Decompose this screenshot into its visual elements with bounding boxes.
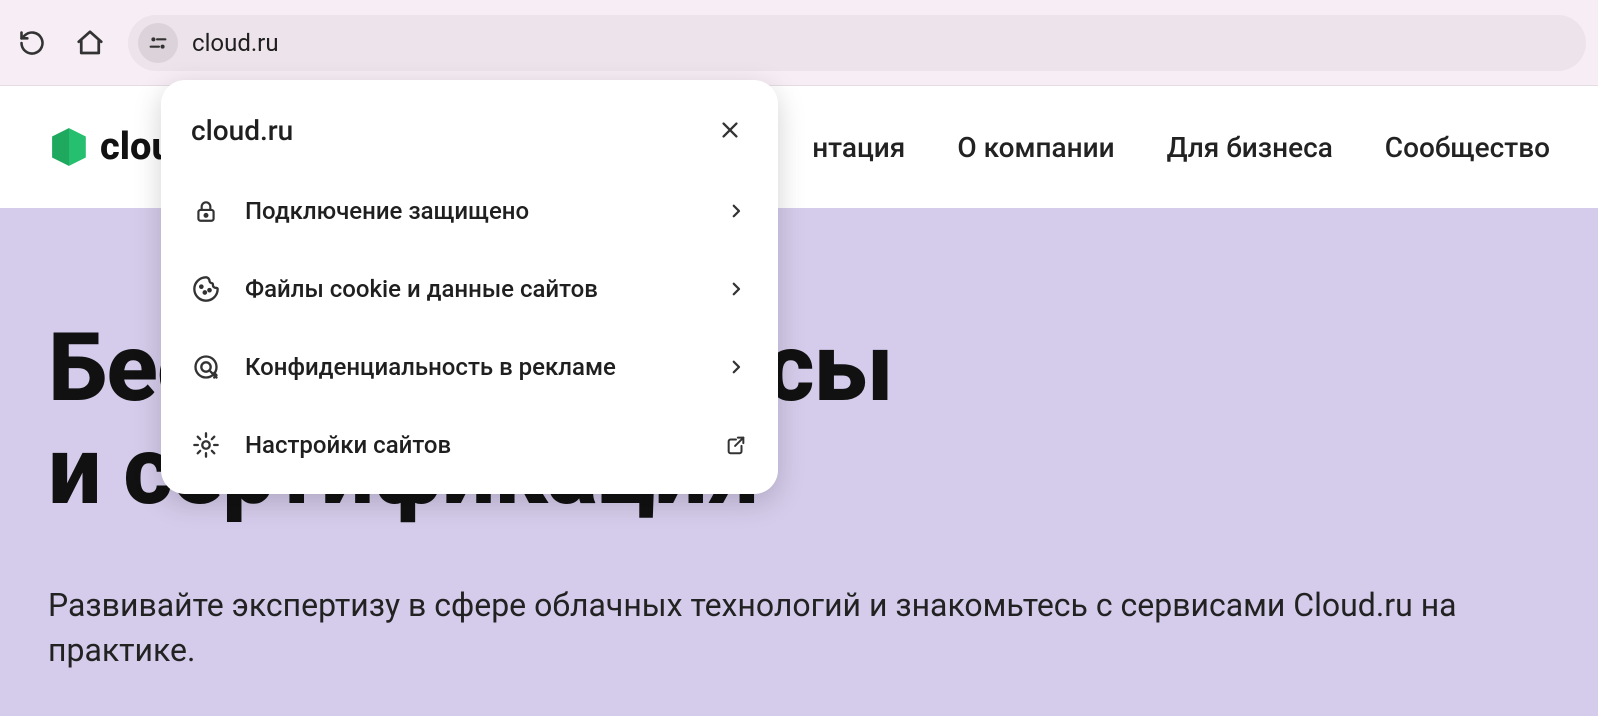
popup-item-connection[interactable]: Подключение защищено [161,172,778,250]
popup-item-label: Файлы cookie и данные сайтов [245,275,700,303]
close-icon [719,119,741,141]
nav-business[interactable]: Для бизнеса [1167,131,1333,164]
tune-icon [147,32,169,54]
site-info-button[interactable] [138,23,178,63]
popup-item-ad-privacy[interactable]: Конфиденциальность в рекламе [161,328,778,406]
popup-close-button[interactable] [712,112,748,148]
nav-community[interactable]: Сообщество [1385,131,1550,164]
popup-item-cookies[interactable]: Файлы cookie и данные сайтов [161,250,778,328]
external-link-icon [724,433,748,457]
popup-header: cloud.ru [161,98,778,172]
nav-docs[interactable]: нтация [812,131,905,164]
chevron-right-icon [724,355,748,379]
url-text: cloud.ru [192,29,279,57]
address-bar[interactable]: cloud.ru [128,15,1586,71]
reload-button[interactable] [12,23,52,63]
home-icon [75,28,105,58]
chevron-right-icon [724,277,748,301]
popup-item-label: Настройки сайтов [245,431,700,459]
home-button[interactable] [70,23,110,63]
site-info-popup: cloud.ru Подключение защищено [161,80,778,494]
nav-links: нтация О компании Для бизнеса Сообщество [812,131,1550,164]
popup-item-label: Подключение защищено [245,197,700,225]
hero-subtitle: Развивайте экспертизу в сфере облачных т… [48,583,1528,673]
chevron-right-icon [724,199,748,223]
popup-item-site-settings[interactable]: Настройки сайтов [161,406,778,484]
popup-title: cloud.ru [191,114,293,147]
target-icon [191,352,221,382]
lock-icon [191,196,221,226]
popup-item-label: Конфиденциальность в рекламе [245,353,700,381]
browser-toolbar: cloud.ru [0,0,1598,86]
reload-icon [18,29,46,57]
nav-about[interactable]: О компании [957,131,1114,164]
cookie-icon [191,274,221,304]
gear-icon [191,430,221,460]
logo-mark-icon [48,126,90,168]
